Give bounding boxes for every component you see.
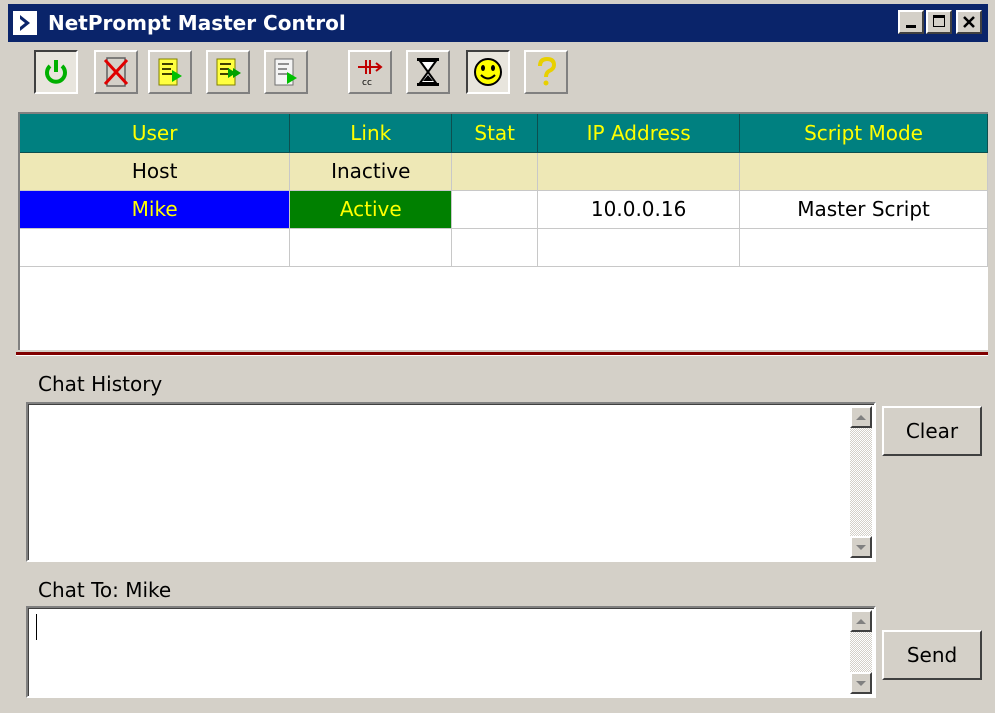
scroll-down-button[interactable] xyxy=(850,536,872,558)
user-table: User Link Stat IP Address Script Mode Ho… xyxy=(20,114,988,267)
chat-to-label: Chat To: Mike xyxy=(38,578,172,602)
scroll-up-button[interactable] xyxy=(850,610,872,632)
scroll-up-icon xyxy=(856,618,866,624)
script-send-icon xyxy=(158,58,182,86)
send-button[interactable]: Send xyxy=(882,630,982,680)
disconnect-button[interactable] xyxy=(94,50,138,94)
cell-link[interactable] xyxy=(289,228,453,267)
column-header-user[interactable]: User xyxy=(20,114,291,153)
app-icon xyxy=(12,10,38,36)
cell-stat[interactable] xyxy=(451,228,539,267)
column-header-stat[interactable]: Stat xyxy=(451,114,539,153)
help-question-icon xyxy=(538,56,557,86)
closed-caption-icon: cc xyxy=(358,60,383,88)
toolbar: cc xyxy=(8,42,988,104)
document-send-icon xyxy=(274,58,297,86)
cell-stat[interactable] xyxy=(451,152,539,191)
maximize-button[interactable] xyxy=(926,10,952,34)
text-caret xyxy=(36,614,37,640)
cell-user[interactable]: Host xyxy=(20,152,291,191)
clear-button[interactable]: Clear xyxy=(882,406,982,456)
minimize-button[interactable] xyxy=(898,10,924,34)
smiley-button[interactable] xyxy=(466,50,510,94)
closed-caption-button[interactable]: cc xyxy=(348,50,392,94)
power-icon xyxy=(45,60,67,84)
window-title: NetPrompt Master Control xyxy=(48,11,346,35)
column-header-script-mode[interactable]: Script Mode xyxy=(739,114,988,153)
scroll-down-button[interactable] xyxy=(850,672,872,694)
main-window: NetPrompt Master Control cc User Link St… xyxy=(8,4,988,709)
chat-history-scrollbar[interactable] xyxy=(850,406,872,558)
table-row[interactable]: Mike Active 10.0.0.16 Master Script xyxy=(20,190,988,229)
send-all-button[interactable] xyxy=(206,50,250,94)
table-row[interactable] xyxy=(20,228,988,267)
smiley-icon xyxy=(474,58,502,86)
cell-stat[interactable] xyxy=(451,190,539,229)
cell-script-mode[interactable] xyxy=(739,152,988,191)
table-row[interactable]: Host Inactive xyxy=(20,152,988,191)
cell-link[interactable]: Inactive xyxy=(289,152,453,191)
cell-ip-address[interactable]: 10.0.0.16 xyxy=(537,190,741,229)
maximize-icon xyxy=(933,15,945,27)
cell-ip-address[interactable] xyxy=(537,228,741,267)
svg-text:cc: cc xyxy=(362,78,372,88)
chat-history-box[interactable] xyxy=(26,402,876,562)
script-send-all-icon xyxy=(216,58,241,86)
hourglass-icon xyxy=(417,58,439,86)
pane-splitter[interactable] xyxy=(16,352,988,356)
table-header-row: User Link Stat IP Address Script Mode xyxy=(20,114,988,153)
close-button[interactable] xyxy=(956,10,982,34)
cell-link[interactable]: Active xyxy=(289,190,453,229)
timer-button[interactable] xyxy=(406,50,450,94)
window-controls xyxy=(898,10,982,34)
scroll-up-button[interactable] xyxy=(850,406,872,428)
cell-script-mode[interactable]: Master Script xyxy=(739,190,988,229)
chat-message-input[interactable] xyxy=(26,606,876,698)
scroll-down-icon xyxy=(856,680,866,686)
column-header-ip-address[interactable]: IP Address xyxy=(537,114,741,153)
cell-user[interactable]: Mike xyxy=(20,190,291,229)
cell-ip-address[interactable] xyxy=(537,152,741,191)
scroll-up-icon xyxy=(856,414,866,420)
cell-script-mode[interactable] xyxy=(739,228,988,267)
chat-history-label: Chat History xyxy=(38,372,163,396)
close-icon xyxy=(963,16,975,28)
title-bar[interactable]: NetPrompt Master Control xyxy=(8,4,988,42)
user-grid[interactable]: User Link Stat IP Address Script Mode Ho… xyxy=(18,112,988,350)
column-header-link[interactable]: Link xyxy=(289,114,453,153)
disconnect-x-icon xyxy=(103,57,129,87)
minimize-icon xyxy=(906,25,916,28)
chat-message-scrollbar[interactable] xyxy=(850,610,872,694)
cell-user[interactable] xyxy=(20,228,291,267)
help-button[interactable] xyxy=(524,50,568,94)
send-script-button[interactable] xyxy=(148,50,192,94)
scroll-down-icon xyxy=(856,544,866,550)
send-document-button[interactable] xyxy=(264,50,308,94)
power-button[interactable] xyxy=(34,50,78,94)
